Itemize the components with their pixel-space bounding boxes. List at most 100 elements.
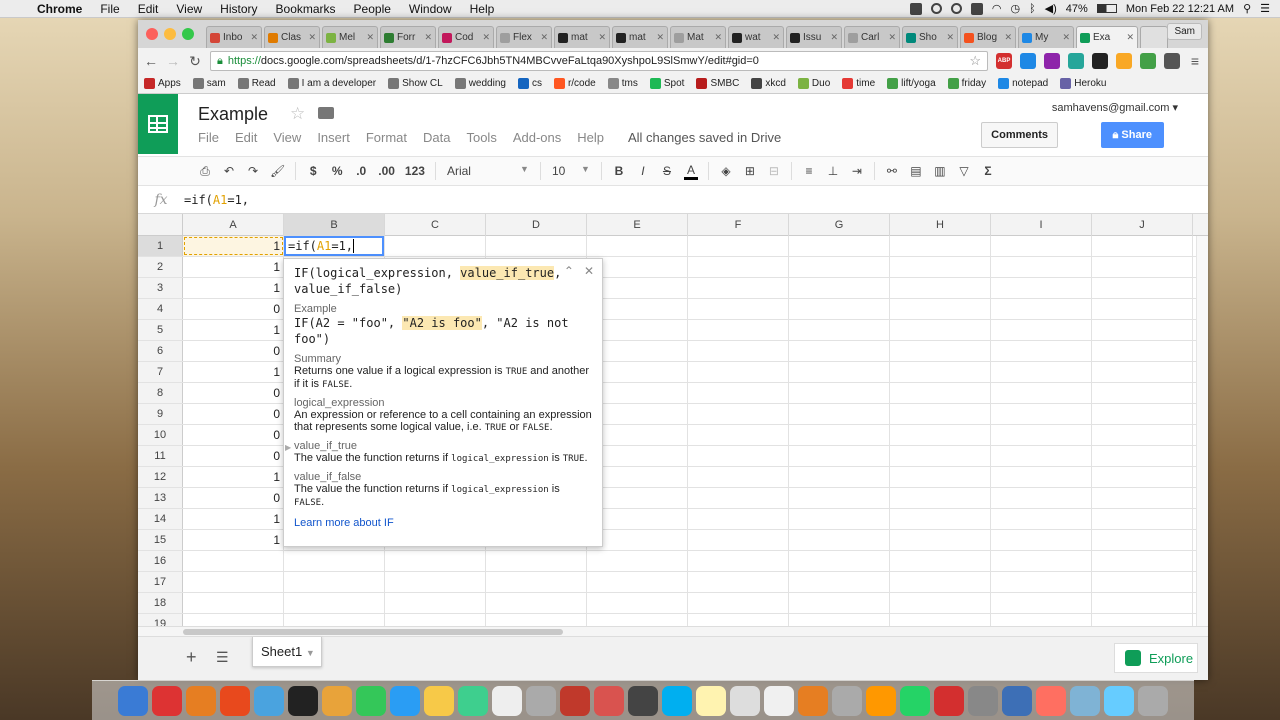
row-header[interactable]: 11 xyxy=(138,446,183,466)
folder-icon[interactable] xyxy=(318,107,334,119)
browser-tab[interactable]: My ✕ xyxy=(1018,26,1074,48)
row-header[interactable]: 10 xyxy=(138,425,183,445)
dock-app-icon[interactable] xyxy=(900,685,930,716)
grid-cell[interactable] xyxy=(1092,299,1193,319)
extension-icon-3[interactable] xyxy=(1044,53,1060,69)
grid-cell[interactable] xyxy=(486,572,587,592)
grid-cell[interactable] xyxy=(890,362,991,382)
account-email[interactable]: samhavens@gmail.com ▾ xyxy=(1052,101,1178,114)
tab-close-icon[interactable]: ✕ xyxy=(1062,32,1070,43)
dock-app-icon[interactable] xyxy=(594,685,624,716)
dock-app-icon[interactable] xyxy=(1104,685,1134,716)
row-header[interactable]: 2 xyxy=(138,257,183,277)
grid-cell[interactable] xyxy=(991,614,1092,626)
row-header[interactable]: 16 xyxy=(138,551,183,571)
tab-close-icon[interactable]: ✕ xyxy=(1004,32,1012,43)
grid-cell[interactable] xyxy=(688,278,789,298)
tab-close-icon[interactable]: ✕ xyxy=(714,32,722,43)
bookmark-item[interactable]: cs xyxy=(517,78,542,89)
browser-tab[interactable]: Blog ✕ xyxy=(960,26,1016,48)
grid-cell[interactable] xyxy=(991,446,1092,466)
grid-cell[interactable] xyxy=(890,530,991,550)
grid-cell[interactable] xyxy=(688,614,789,626)
grid-cell[interactable]: 1 xyxy=(183,278,284,298)
filter-icon[interactable]: ▽ xyxy=(957,164,971,178)
column-header-i[interactable]: I xyxy=(991,214,1092,236)
browser-tab[interactable]: Forr ✕ xyxy=(380,26,436,48)
dock-app-icon[interactable] xyxy=(186,685,216,716)
extension-icon-7[interactable] xyxy=(1140,53,1156,69)
grid-cell[interactable] xyxy=(1092,341,1193,361)
time-machine-icon[interactable]: ◷ xyxy=(1010,2,1020,15)
menu-app-name[interactable]: Chrome xyxy=(28,2,91,16)
percent-format-button[interactable]: % xyxy=(330,164,344,178)
dock-app-icon[interactable] xyxy=(322,685,352,716)
new-tab-button[interactable] xyxy=(1140,26,1168,48)
grid-cell[interactable] xyxy=(1092,257,1193,277)
browser-tab[interactable]: mat ✕ xyxy=(612,26,668,48)
grid-cell[interactable]: 1 xyxy=(183,236,284,256)
tab-close-icon[interactable]: ✕ xyxy=(540,32,548,43)
row-header[interactable]: 6 xyxy=(138,341,183,361)
row-header[interactable]: 17 xyxy=(138,572,183,592)
grid-cell[interactable] xyxy=(486,551,587,571)
italic-button[interactable]: I xyxy=(636,164,650,178)
tab-close-icon[interactable]: ✕ xyxy=(772,32,780,43)
tab-close-icon[interactable]: ✕ xyxy=(250,32,258,43)
grid-cell[interactable] xyxy=(789,278,890,298)
menu-file[interactable]: File xyxy=(91,2,128,16)
docs-menu-view[interactable]: View xyxy=(273,130,301,145)
menu-window[interactable]: Window xyxy=(400,2,461,16)
grid-cell[interactable] xyxy=(688,383,789,403)
merge-cells-icon[interactable]: ⊟ xyxy=(767,164,781,178)
strikethrough-button[interactable]: S xyxy=(660,164,674,178)
browser-tab[interactable]: Carl ✕ xyxy=(844,26,900,48)
row-header[interactable]: 12 xyxy=(138,467,183,487)
grid-cell[interactable] xyxy=(890,572,991,592)
tab-close-icon[interactable]: ✕ xyxy=(424,32,432,43)
grid-cell[interactable] xyxy=(789,236,890,256)
more-formats-button[interactable]: 123 xyxy=(405,164,425,178)
grid-cell[interactable] xyxy=(688,509,789,529)
docs-menu-addons[interactable]: Add-ons xyxy=(513,130,561,145)
grid-cell[interactable] xyxy=(890,383,991,403)
grid-cell[interactable] xyxy=(991,404,1092,424)
grid-cell[interactable] xyxy=(991,572,1092,592)
bookmark-item[interactable]: Apps xyxy=(144,78,181,89)
grid-cell[interactable] xyxy=(789,425,890,445)
grid-cell[interactable] xyxy=(688,446,789,466)
row-header[interactable]: 7 xyxy=(138,362,183,382)
insert-link-icon[interactable]: ⚯ xyxy=(885,164,899,178)
grid-cell[interactable] xyxy=(1092,383,1193,403)
grid-cell[interactable] xyxy=(789,299,890,319)
address-bar[interactable]: 🔒︎ https:// docs.google.com/spreadsheets… xyxy=(210,51,988,71)
back-button[interactable]: ← xyxy=(144,53,158,69)
menu-view[interactable]: View xyxy=(167,2,211,16)
grid-cell[interactable] xyxy=(789,362,890,382)
grid-cell[interactable] xyxy=(1092,236,1193,256)
docs-menu-format[interactable]: Format xyxy=(366,130,407,145)
select-all-corner[interactable] xyxy=(138,214,183,236)
horizontal-align-icon[interactable]: ≡ xyxy=(802,164,816,178)
grid-cell[interactable] xyxy=(385,614,486,626)
grid-cell[interactable]: 1 xyxy=(183,257,284,277)
grid-cell[interactable] xyxy=(486,593,587,613)
explore-button[interactable]: Explore xyxy=(1114,643,1198,673)
grid-cell[interactable] xyxy=(890,488,991,508)
grid-cell[interactable] xyxy=(789,257,890,277)
bookmark-item[interactable]: sam xyxy=(192,78,226,89)
tab-close-icon[interactable]: ✕ xyxy=(308,32,316,43)
grid-cell[interactable] xyxy=(890,257,991,277)
text-wrap-icon[interactable]: ⇥ xyxy=(850,164,864,178)
dock-app-icon[interactable] xyxy=(458,685,488,716)
grid-cell[interactable] xyxy=(890,320,991,340)
dock-app-icon[interactable] xyxy=(968,685,998,716)
browser-tab[interactable]: mat ✕ xyxy=(554,26,610,48)
dock-app-icon[interactable] xyxy=(832,685,862,716)
redo-icon[interactable]: ↷ xyxy=(246,164,260,178)
grid-cell[interactable] xyxy=(890,299,991,319)
grid-cell[interactable] xyxy=(789,488,890,508)
bookmark-item[interactable]: tms xyxy=(607,78,638,89)
menu-bookmarks[interactable]: Bookmarks xyxy=(267,2,345,16)
notification-center-icon[interactable]: ☰ xyxy=(1260,2,1270,15)
